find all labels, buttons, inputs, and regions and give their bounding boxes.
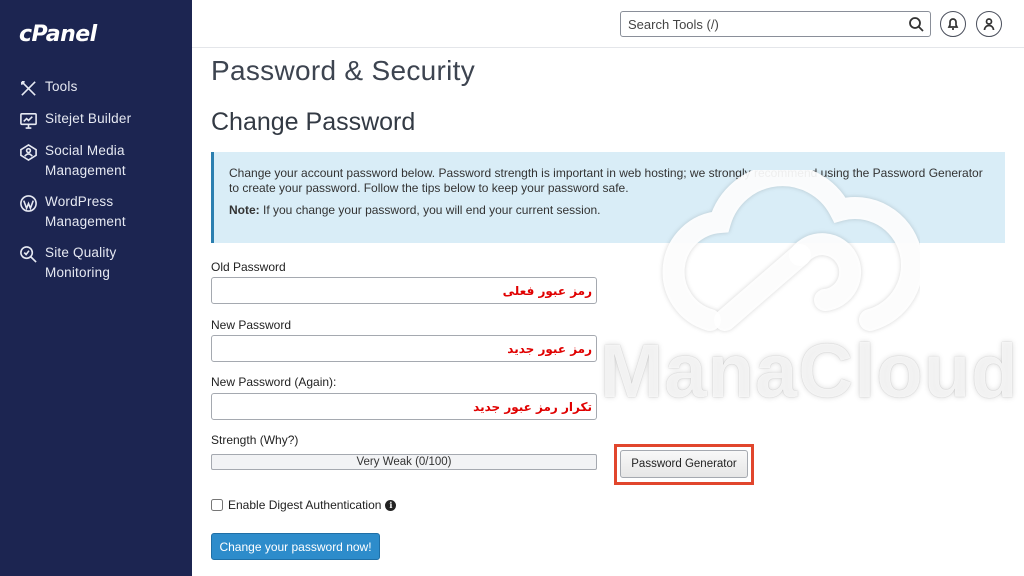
notifications-button[interactable] bbox=[940, 11, 966, 37]
info-icon[interactable]: i bbox=[385, 499, 397, 511]
info-text: Change your account password below. Pass… bbox=[229, 166, 983, 195]
tools-icon bbox=[18, 78, 38, 98]
strength-meter: Very Weak (0/100) bbox=[211, 454, 597, 470]
sidebar-item-sitejet-builder[interactable]: Sitejet Builder bbox=[0, 106, 192, 138]
user-icon bbox=[983, 18, 995, 31]
top-header bbox=[192, 0, 1024, 48]
sidebar-item-label: WordPress Management bbox=[45, 194, 126, 229]
old-password-field[interactable] bbox=[211, 277, 597, 304]
monitor-icon bbox=[18, 110, 38, 130]
wordpress-icon bbox=[18, 193, 38, 213]
digest-auth-checkbox[interactable] bbox=[211, 499, 223, 511]
sidebar-item-label: Tools bbox=[45, 79, 78, 94]
sidebar-item-label: Site Quality Monitoring bbox=[45, 245, 117, 280]
search-icon[interactable] bbox=[908, 16, 924, 32]
search-box bbox=[620, 11, 931, 37]
sidebar-item-label: Social Media Management bbox=[45, 143, 126, 178]
digest-auth-label: Enable Digest Authentication bbox=[228, 498, 382, 512]
main-content: Password & Security Change Password Chan… bbox=[192, 48, 1024, 576]
sidebar-item-label: Sitejet Builder bbox=[45, 111, 132, 126]
change-password-button[interactable]: Change your password now! bbox=[211, 533, 380, 560]
page-title: Password & Security bbox=[211, 55, 476, 86]
cpanel-logo[interactable]: cPanel bbox=[19, 22, 97, 47]
note-label: Note: bbox=[229, 203, 260, 217]
sidebar-item-wordpress[interactable]: WordPress Management bbox=[0, 189, 192, 240]
digest-auth-option[interactable]: Enable Digest Authentication i bbox=[211, 498, 397, 512]
note-text: If you change your password, you will en… bbox=[259, 203, 601, 217]
old-password-label: Old Password bbox=[211, 260, 286, 274]
new-password-field[interactable] bbox=[211, 335, 597, 362]
sidebar-item-social-media[interactable]: Social Media Management bbox=[0, 138, 192, 189]
sidebar: cPanel Tools Sitejet Builder Social Medi… bbox=[0, 0, 192, 576]
new-password-again-label: New Password (Again): bbox=[211, 375, 337, 389]
new-password-label: New Password bbox=[211, 318, 292, 332]
sidebar-item-tools[interactable]: Tools bbox=[0, 74, 192, 106]
user-menu-button[interactable] bbox=[976, 11, 1002, 37]
new-password-again-field[interactable] bbox=[211, 393, 597, 420]
strength-label[interactable]: Strength (Why?) bbox=[211, 433, 298, 447]
sidebar-item-site-quality[interactable]: Site Quality Monitoring bbox=[0, 240, 192, 291]
social-icon bbox=[18, 142, 38, 162]
bell-icon bbox=[947, 18, 959, 30]
section-title: Change Password bbox=[211, 108, 416, 136]
password-generator-button[interactable]: Password Generator bbox=[620, 450, 748, 478]
search-input[interactable] bbox=[621, 12, 901, 36]
sidebar-nav: Tools Sitejet Builder Social Media Manag… bbox=[0, 74, 192, 291]
magnifier-icon bbox=[18, 244, 38, 264]
info-callout: Change your account password below. Pass… bbox=[211, 152, 1005, 243]
strength-text: Very Weak (0/100) bbox=[356, 456, 452, 468]
note-line: Note: If you change your password, you w… bbox=[229, 203, 989, 218]
